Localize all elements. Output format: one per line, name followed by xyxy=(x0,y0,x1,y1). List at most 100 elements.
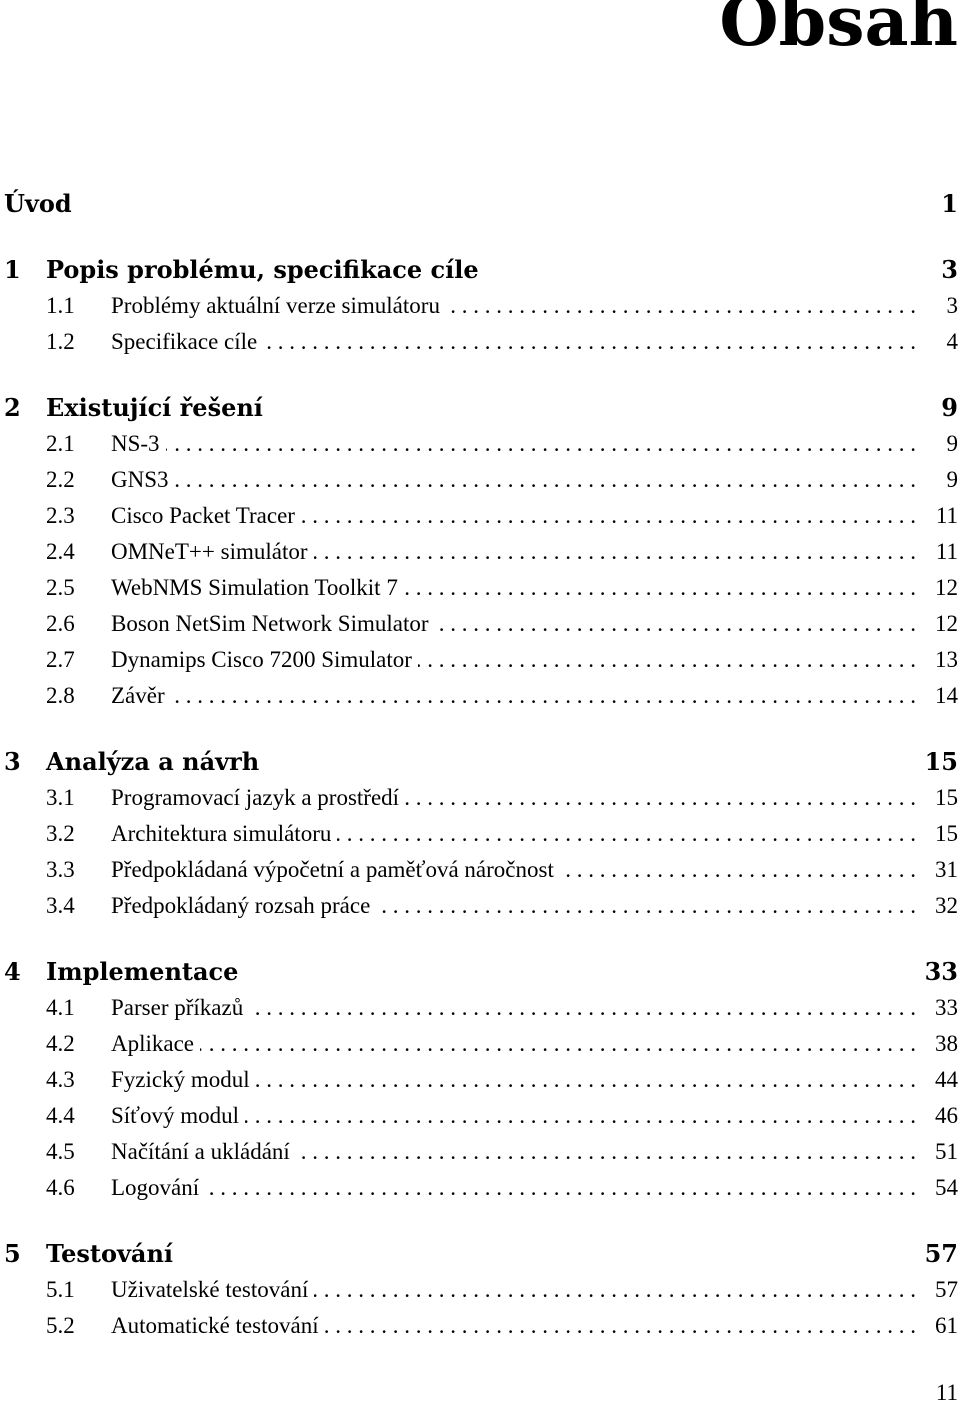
dot-leader: . . . . . . . . . . . . . . . . . . . . … xyxy=(200,1031,916,1056)
section-number: 2.7 xyxy=(46,647,75,672)
toc-section[interactable]: 2.8 Závěr. . . . . . . . . . . . . . . . … xyxy=(4,678,958,714)
section-page: 11 xyxy=(935,503,958,528)
dot-leader: . . . . . . . . . . . . . . . . . . . . … xyxy=(337,821,916,846)
chapter-page: 33 xyxy=(924,957,958,986)
section-page: 54 xyxy=(935,1175,958,1200)
section-page: 11 xyxy=(935,539,958,564)
section-title: Předpokládaný rozsah práce xyxy=(111,893,371,918)
toc-section[interactable]: 4.2 Aplikace. . . . . . . . . . . . . . .… xyxy=(4,1026,958,1062)
toc-section[interactable]: 4.3 Fyzický modul. . . . . . . . . . . . … xyxy=(4,1062,958,1098)
toc-section[interactable]: 2.1 NS-3. . . . . . . . . . . . . . . . .… xyxy=(4,426,958,462)
dot-leader: . . . . . . . . . . . . . . . . . . . . … xyxy=(205,1175,916,1200)
toc-section[interactable]: 2.2 GNS3. . . . . . . . . . . . . . . . .… xyxy=(4,462,958,498)
toc-chapter[interactable]: 3 Analýza a návrh 15 xyxy=(4,744,958,780)
section-page: 15 xyxy=(935,785,958,810)
section-title: Boson NetSim Network Simulator xyxy=(111,611,429,636)
toc-section[interactable]: 4.5 Načítání a ukládání. . . . . . . . . … xyxy=(4,1134,958,1170)
section-number: 3.4 xyxy=(46,893,75,918)
chapter-number: 1 xyxy=(4,255,21,284)
section-page: 61 xyxy=(935,1313,958,1338)
toc-section[interactable]: 4.6 Logování. . . . . . . . . . . . . . .… xyxy=(4,1170,958,1206)
chapter-number: 5 xyxy=(4,1239,21,1268)
section-title: Fyzický modul xyxy=(111,1067,250,1092)
toc-section[interactable]: 3.2 Architektura simulátoru. . . . . . . … xyxy=(4,816,958,852)
section-number: 4.6 xyxy=(46,1175,75,1200)
section-title: Předpokládaná výpočetní a paměťová nároč… xyxy=(111,857,554,882)
dot-leader: . . . . . . . . . . . . . . . . . . . . … xyxy=(174,467,916,492)
toc-chapter[interactable]: 5 Testování 57 xyxy=(4,1236,958,1272)
chapter-number: 3 xyxy=(4,747,21,776)
toc-section[interactable]: 2.3 Cisco Packet Tracer. . . . . . . . . … xyxy=(4,498,958,534)
section-title: Problémy aktuální verze simulátoru xyxy=(111,293,440,318)
dot-leader: . . . . . . . . . . . . . . . . . . . . … xyxy=(166,431,916,456)
dot-leader: . . . . . . . . . . . . . . . . . . . . … xyxy=(171,683,916,708)
toc-section[interactable]: 3.3 Předpokládaná výpočetní a paměťová ná… xyxy=(4,852,958,888)
chapter-title: Úvod xyxy=(4,189,72,218)
section-title: Logování xyxy=(111,1175,200,1200)
dot-leader: . . . . . . . . . . . . . . . . . . . . … xyxy=(314,1277,916,1302)
section-title: Závěr xyxy=(111,683,165,708)
section-title: Specifikace cíle xyxy=(111,329,258,354)
section-title: Síťový modul xyxy=(111,1103,240,1128)
dot-leader: . . . . . . . . . . . . . . . . . . . . … xyxy=(263,329,916,354)
section-page: 15 xyxy=(935,821,958,846)
section-number: 3.3 xyxy=(46,857,75,882)
dot-leader: . . . . . . . . . . . . . . . . . . . . … xyxy=(325,1313,916,1338)
section-title: NS-3 xyxy=(111,431,160,456)
section-page: 12 xyxy=(935,575,958,600)
dot-leader: . . . . . . . . . . . . . . . . . . . . … xyxy=(405,785,916,810)
toc-section[interactable]: 1.2 Specifikace cíle. . . . . . . . . . .… xyxy=(4,324,958,360)
toc-chapter[interactable]: Úvod 1 xyxy=(4,186,958,222)
dot-leader: . . . . . . . . . . . . . . . . . . . . … xyxy=(418,647,916,672)
section-title: Uživatelské testování xyxy=(111,1277,309,1302)
toc-section[interactable]: 1.1 Problémy aktuální verze simulátoru. .… xyxy=(4,288,958,324)
toc-section[interactable]: 2.7 Dynamips Cisco 7200 Simulator. . . . … xyxy=(4,642,958,678)
chapter-page: 15 xyxy=(924,747,958,776)
section-title: Parser příkazů xyxy=(111,995,244,1020)
chapter-page: 9 xyxy=(941,393,958,422)
chapter-title: Analýza a návrh xyxy=(46,747,260,776)
toc-chapter[interactable]: 1 Popis problému, specifikace cíle 3 xyxy=(4,252,958,288)
page-title: Obsah xyxy=(719,0,958,62)
chapter-page: 57 xyxy=(924,1239,958,1268)
dot-leader: . . . . . . . . . . . . . . . . . . . . … xyxy=(296,1139,916,1164)
chapter-number: 2 xyxy=(4,393,21,422)
section-page: 46 xyxy=(935,1103,958,1128)
section-number: 1.1 xyxy=(46,293,75,318)
toc-chapter[interactable]: 2 Existující řešení 9 xyxy=(4,390,958,426)
section-page: 31 xyxy=(935,857,958,882)
section-title: OMNeT++ simulátor xyxy=(111,539,308,564)
dot-leader: . . . . . . . . . . . . . . . . . . . . … xyxy=(404,575,916,600)
toc-section[interactable]: 2.4 OMNeT++ simulátor. . . . . . . . . . … xyxy=(4,534,958,570)
toc-section[interactable]: 3.1 Programovací jazyk a prostředí. . . .… xyxy=(4,780,958,816)
dot-leader: . . . . . . . . . . . . . . . . . . . . … xyxy=(435,611,916,636)
dot-leader: . . . . . . . . . . . . . . . . . . . . … xyxy=(249,995,916,1020)
section-number: 5.2 xyxy=(46,1313,75,1338)
toc-section[interactable]: 4.1 Parser příkazů. . . . . . . . . . . .… xyxy=(4,990,958,1026)
dot-leader: . . . . . . . . . . . . . . . . . . . . … xyxy=(256,1067,916,1092)
toc-section[interactable]: 2.5 WebNMS Simulation Toolkit 7. . . . . … xyxy=(4,570,958,606)
section-page: 13 xyxy=(935,647,958,672)
section-page: 51 xyxy=(935,1139,958,1164)
dot-leader: . . . . . . . . . . . . . . . . . . . . … xyxy=(446,293,916,318)
section-page: 44 xyxy=(935,1067,958,1092)
toc-section[interactable]: 5.1 Uživatelské testování. . . . . . . . … xyxy=(4,1272,958,1308)
chapter-page: 1 xyxy=(941,189,958,218)
section-number: 4.2 xyxy=(46,1031,75,1056)
toc-section[interactable]: 2.6 Boson NetSim Network Simulator. . . .… xyxy=(4,606,958,642)
toc-section[interactable]: 3.4 Předpokládaný rozsah práce. . . . . .… xyxy=(4,888,958,924)
section-number: 4.3 xyxy=(46,1067,75,1092)
toc-section[interactable]: 5.2 Automatické testování. . . . . . . . … xyxy=(4,1308,958,1344)
section-number: 4.5 xyxy=(46,1139,75,1164)
section-number: 2.2 xyxy=(46,467,75,492)
chapter-number: 4 xyxy=(4,957,21,986)
section-number: 3.1 xyxy=(46,785,75,810)
section-number: 1.2 xyxy=(46,329,75,354)
dot-leader: . . . . . . . . . . . . . . . . . . . . … xyxy=(376,893,916,918)
toc-chapter[interactable]: 4 Implementace 33 xyxy=(4,954,958,990)
chapter-title: Existující řešení xyxy=(46,393,263,422)
section-page: 14 xyxy=(935,683,958,708)
toc-section[interactable]: 4.4 Síťový modul. . . . . . . . . . . . .… xyxy=(4,1098,958,1134)
chapter-title: Testování xyxy=(46,1239,174,1268)
section-number: 2.6 xyxy=(46,611,75,636)
